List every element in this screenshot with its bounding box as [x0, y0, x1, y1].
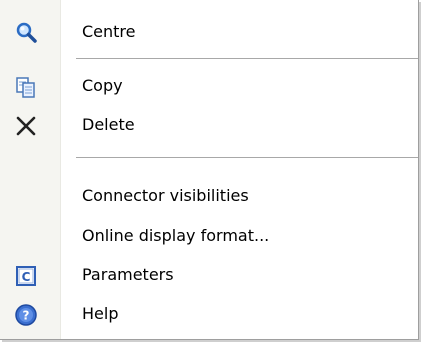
menu-item-label: Help	[82, 304, 119, 323]
svg-text:?: ?	[23, 309, 30, 323]
menu-item-label: Delete	[82, 115, 135, 134]
context-menu: Centre Copy Delete Connector visibilitie…	[0, 0, 419, 340]
svg-text:C: C	[22, 270, 31, 284]
menu-item-connector-visibilities[interactable]: Connector visibilities	[0, 182, 418, 212]
menu-item-centre[interactable]: Centre	[0, 18, 418, 48]
menu-separator	[76, 58, 418, 59]
delete-x-icon	[14, 114, 38, 138]
menu-separator	[76, 157, 418, 158]
parameters-c-icon: C	[14, 264, 38, 288]
menu-item-help[interactable]: ? Help	[0, 300, 418, 330]
copy-icon	[14, 75, 38, 99]
menu-item-label: Centre	[82, 22, 136, 41]
menu-item-parameters[interactable]: C Parameters	[0, 261, 418, 291]
menu-item-copy[interactable]: Copy	[0, 72, 418, 102]
menu-item-label: Connector visibilities	[82, 186, 249, 205]
menu-item-label: Copy	[82, 76, 123, 95]
menu-item-online-display-format[interactable]: Online display format...	[0, 222, 418, 252]
help-question-icon: ?	[14, 303, 38, 327]
menu-item-label: Parameters	[82, 265, 174, 284]
menu-item-label: Online display format...	[82, 226, 270, 245]
menu-item-delete[interactable]: Delete	[0, 111, 418, 141]
magnifier-icon	[14, 21, 38, 45]
